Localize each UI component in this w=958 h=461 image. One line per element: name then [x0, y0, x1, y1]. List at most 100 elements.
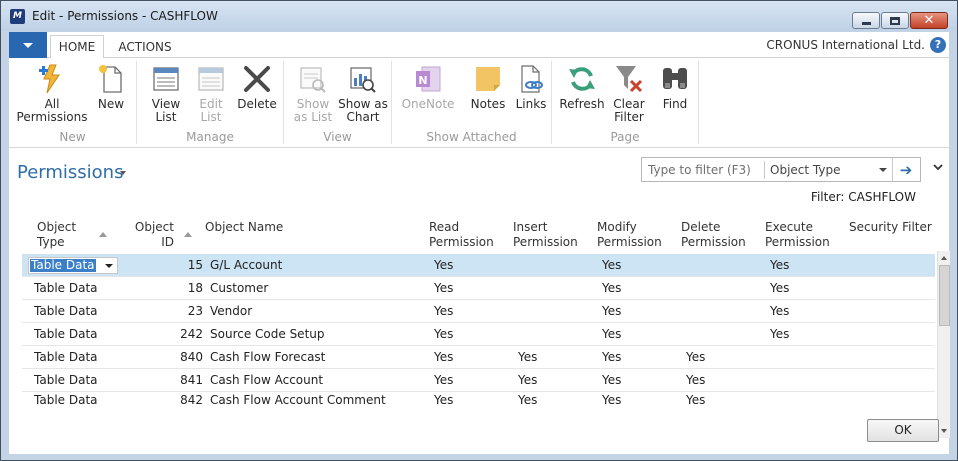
scrollbar-thumb[interactable]	[939, 265, 950, 326]
ribbon-group-label-manage: Manage	[186, 130, 234, 144]
execute-permission-cell: Yes	[770, 304, 790, 318]
modify-permission-cell: Yes	[602, 393, 622, 407]
show-as-list-label: Show as List	[293, 97, 333, 124]
column-header-modify-permission[interactable]: Modify Permission	[597, 220, 662, 250]
scroll-down-icon[interactable]	[941, 429, 947, 433]
column-header-insert-permission[interactable]: Insert Permission	[513, 220, 578, 250]
object-name-cell: Cash Flow Account Comment	[210, 393, 386, 407]
table-row[interactable]: Table Data 840 Cash Flow Forecast Yes Ye…	[22, 346, 935, 369]
links-button[interactable]: Links	[512, 63, 550, 111]
show-as-chart-button[interactable]: Show as Chart	[338, 63, 388, 124]
help-icon[interactable]: ?	[930, 37, 946, 53]
sort-ascending-icon[interactable]	[184, 232, 192, 237]
binoculars-icon	[659, 63, 691, 95]
filter-input[interactable]: Type to filter (F3)	[648, 163, 751, 177]
all-permissions-icon	[36, 63, 68, 95]
object-type-cell: Table Data	[34, 393, 98, 407]
object-name-cell: G/L Account	[210, 258, 283, 272]
refresh-icon	[566, 63, 598, 95]
column-header-execute-permission[interactable]: Execute Permission	[765, 220, 830, 250]
object-type-cell: Table Data	[30, 258, 96, 272]
all-permissions-button[interactable]: All Permissions	[17, 63, 88, 124]
ok-button[interactable]: OK	[867, 419, 939, 442]
page-title-dropdown-icon[interactable]	[120, 171, 126, 175]
object-name-cell: Cash Flow Forecast	[210, 350, 326, 364]
find-button[interactable]: Find	[656, 63, 694, 111]
modify-permission-cell: Yes	[602, 373, 622, 387]
new-label: New	[97, 97, 125, 111]
ribbon-group-view: Show as List Show as Chart View	[284, 61, 392, 144]
app-menu-button[interactable]	[9, 32, 47, 58]
object-type-cell: Table Data	[34, 327, 98, 341]
filter-status: Filter: CASHFLOW	[810, 190, 916, 204]
minimize-button[interactable]	[852, 12, 880, 29]
maximize-icon	[890, 16, 900, 25]
read-permission-cell: Yes	[434, 373, 454, 387]
filter-field-select[interactable]: Object Type	[770, 163, 840, 177]
column-header-read-permission[interactable]: Read Permission	[429, 220, 494, 250]
dynamics-nav-logo-icon[interactable]: M	[10, 9, 25, 24]
table-row[interactable]: Table Data 841 Cash Flow Account Yes Yes…	[22, 369, 935, 392]
window-title: Edit - Permissions - CASHFLOW	[32, 9, 218, 23]
column-header-object-name[interactable]: Object Name	[205, 220, 283, 235]
edit-list-button[interactable]: Edit List	[191, 63, 231, 124]
find-label: Find	[662, 97, 688, 111]
close-icon: ✕	[923, 13, 935, 28]
ribbon-group-new: All Permissions New New	[9, 61, 137, 144]
scroll-up-icon[interactable]	[941, 256, 947, 260]
ribbon-group-label-view: View	[323, 130, 352, 144]
filter-divider	[892, 158, 893, 181]
chevron-down-icon[interactable]	[105, 264, 113, 268]
column-header-security-filter[interactable]: Security Filter	[849, 220, 932, 235]
delete-button[interactable]: Delete	[235, 63, 279, 111]
table-row[interactable]: Table Data 15 G/L Account Yes Yes Yes	[22, 254, 935, 277]
table-row[interactable]: Table Data 842 Cash Flow Account Comment…	[22, 392, 935, 408]
ribbon-group-show-attached: N OneNote Notes Links Show Attached	[392, 61, 552, 144]
tab-actions[interactable]: ACTIONS	[110, 35, 180, 59]
delete-permission-cell: Yes	[686, 373, 706, 387]
view-list-button[interactable]: View List	[145, 63, 187, 124]
column-header-object-id[interactable]: Object ID	[134, 220, 174, 250]
maximize-button[interactable]	[881, 12, 909, 29]
ribbon-group-label-new: New	[59, 130, 86, 144]
ribbon-group-manage: View List Edit List Delete Manage	[137, 61, 284, 144]
ribbon-group-page: Refresh Clear Filter Find Page	[552, 61, 699, 144]
refresh-button[interactable]: Refresh	[559, 63, 605, 111]
chevron-down-icon[interactable]	[879, 168, 887, 172]
read-permission-cell: Yes	[434, 350, 454, 364]
table-row[interactable]: Table Data 242 Source Code Setup Yes Yes…	[22, 323, 935, 346]
read-permission-cell: Yes	[434, 281, 454, 295]
new-document-icon	[95, 63, 127, 95]
table-row[interactable]: Table Data 23 Vendor Yes Yes Yes	[22, 300, 935, 323]
table-row[interactable]: Table Data 18 Customer Yes Yes Yes	[22, 277, 935, 300]
insert-permission-cell: Yes	[518, 393, 538, 407]
object-type-select[interactable]: Table Data	[28, 257, 118, 274]
sort-ascending-icon[interactable]	[99, 232, 107, 237]
onenote-button[interactable]: N OneNote	[402, 63, 454, 111]
column-header-object-type[interactable]: Object Type	[37, 220, 76, 250]
title-bar[interactable]: M Edit - Permissions - CASHFLOW ✕	[1, 1, 957, 31]
show-as-list-icon	[297, 63, 329, 95]
column-header-delete-permission[interactable]: Delete Permission	[681, 220, 746, 250]
vertical-scrollbar[interactable]	[937, 251, 950, 438]
ribbon-group-label-show-attached: Show Attached	[426, 130, 517, 144]
onenote-label: OneNote	[401, 97, 455, 111]
execute-permission-cell: Yes	[770, 327, 790, 341]
show-as-list-button[interactable]: Show as List	[290, 63, 336, 124]
collapse-chevron-icon[interactable]	[933, 162, 943, 172]
notes-button[interactable]: Notes	[467, 63, 509, 111]
company-name[interactable]: CRONUS International Ltd.	[766, 38, 925, 52]
object-id-cell: 18	[187, 281, 203, 295]
refresh-label: Refresh	[559, 97, 605, 111]
object-type-cell: Table Data	[34, 304, 98, 318]
clear-filter-button[interactable]: Clear Filter	[610, 63, 648, 124]
minimize-icon	[861, 21, 871, 25]
new-button[interactable]: New	[91, 63, 131, 111]
modify-permission-cell: Yes	[602, 258, 622, 272]
modify-permission-cell: Yes	[602, 327, 622, 341]
object-id-cell: 840	[180, 350, 203, 364]
close-button[interactable]: ✕	[910, 12, 948, 29]
arrow-right-icon[interactable]: ➔	[897, 161, 915, 179]
page-title[interactable]: Permissions	[17, 162, 123, 183]
tab-home[interactable]: HOME	[50, 35, 104, 59]
